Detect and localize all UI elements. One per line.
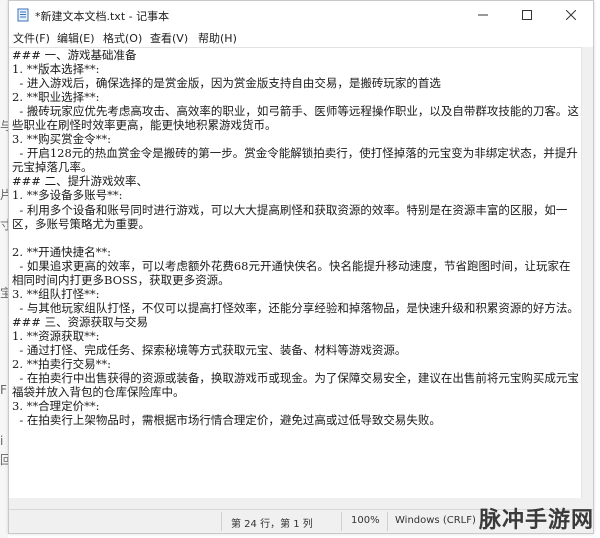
notepad-icon xyxy=(17,8,29,22)
maximize-icon xyxy=(522,10,532,20)
status-divider xyxy=(341,512,342,531)
cutoff-char: i xyxy=(0,434,4,448)
notepad-window: *新建文本文档.txt - 记事本 文件(F) 编辑(E) 格式(O) 查看(V… xyxy=(8,0,594,534)
close-button[interactable] xyxy=(549,1,593,29)
close-icon xyxy=(566,10,576,20)
background-page-strip: 与 片 寸 宝 F i 回 xyxy=(0,0,12,538)
title-bar[interactable]: *新建文本文档.txt - 记事本 xyxy=(9,1,593,29)
window-title: *新建文本文档.txt - 记事本 xyxy=(35,10,170,23)
menu-bar: 文件(F) 编辑(E) 格式(O) 查看(V) 帮助(H) xyxy=(9,29,593,47)
site-watermark: 脉冲手游网 xyxy=(478,508,594,533)
vertical-scrollbar[interactable] xyxy=(581,47,593,498)
minimize-icon xyxy=(478,14,488,16)
document-text[interactable]: ### 一、游戏基础准备 1. **版本选择**: - 进入游戏后，确保选择的是… xyxy=(9,48,581,427)
minimize-button[interactable] xyxy=(461,1,505,29)
cursor-position: 第 24 行，第 1 列 xyxy=(231,519,313,530)
menu-help[interactable]: 帮助(H) xyxy=(198,30,237,46)
menu-edit[interactable]: 编辑(E) xyxy=(57,30,95,46)
status-divider xyxy=(221,512,222,531)
zoom-level: 100% xyxy=(351,515,380,526)
cutoff-char: F xyxy=(0,383,7,397)
menu-format[interactable]: 格式(O) xyxy=(103,30,142,46)
text-editor-area[interactable]: ### 一、游戏基础准备 1. **版本选择**: - 进入游戏后，确保选择的是… xyxy=(9,47,581,498)
menu-file[interactable]: 文件(F) xyxy=(13,30,50,46)
line-ending-encoding: Windows (CRLF) xyxy=(395,515,476,526)
status-divider xyxy=(387,512,388,531)
maximize-button[interactable] xyxy=(505,1,549,29)
menu-view[interactable]: 查看(V) xyxy=(150,30,188,46)
